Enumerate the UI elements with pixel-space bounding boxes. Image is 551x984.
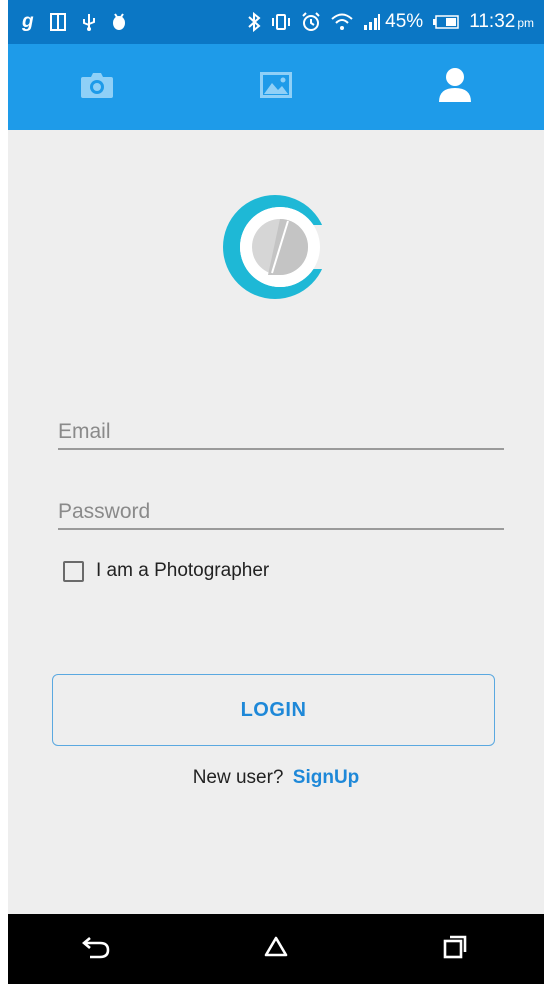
alarm-icon	[301, 12, 321, 32]
email-input[interactable]	[58, 420, 504, 444]
tab-profile[interactable]	[365, 44, 544, 130]
login-button[interactable]: LOGIN	[52, 674, 495, 746]
photographer-option: I am a Photographer	[63, 560, 269, 582]
image-icon	[259, 71, 293, 104]
email-field	[58, 400, 504, 450]
recents-icon	[442, 934, 468, 965]
back-button[interactable]	[57, 919, 137, 979]
tab-camera[interactable]	[8, 44, 187, 130]
status-bar: g 45% 11:32 pm	[8, 0, 544, 44]
home-button[interactable]	[236, 919, 316, 979]
password-input[interactable]	[58, 500, 504, 524]
signal-icon	[363, 13, 381, 31]
photographer-label[interactable]: I am a Photographer	[96, 560, 269, 582]
carrier-icon: g	[22, 11, 34, 32]
clock: 11:32 pm	[469, 11, 534, 33]
android-debug-icon	[112, 13, 126, 31]
password-field	[58, 480, 504, 530]
tab-gallery[interactable]	[187, 44, 366, 130]
clock-ampm: pm	[517, 16, 534, 30]
battery-percent: 45%	[385, 11, 424, 32]
signup-link[interactable]: SignUp	[293, 767, 360, 788]
status-left: g	[22, 11, 142, 33]
battery-icon	[433, 15, 459, 29]
recents-button[interactable]	[415, 919, 495, 979]
camera-icon	[80, 71, 114, 104]
signup-prompt: New user?	[192, 767, 284, 788]
usb-icon	[82, 13, 96, 31]
bluetooth-icon	[247, 12, 261, 32]
status-right: 45% 11:32 pm	[237, 11, 534, 33]
back-icon	[82, 934, 112, 965]
clock-time: 11:32	[469, 11, 516, 32]
photographer-checkbox[interactable]	[63, 560, 84, 582]
signup-row: New user? SignUp	[8, 767, 544, 789]
tab-bar	[8, 44, 544, 130]
navigation-bar	[8, 914, 544, 984]
app-logo	[218, 185, 333, 315]
home-icon	[263, 935, 289, 964]
screen-mirror-icon	[49, 13, 66, 31]
person-icon	[438, 67, 472, 108]
login-screen: I am a Photographer LOGIN New user? Sign…	[8, 130, 544, 914]
wifi-icon	[331, 13, 353, 31]
vibrate-icon	[271, 13, 291, 31]
